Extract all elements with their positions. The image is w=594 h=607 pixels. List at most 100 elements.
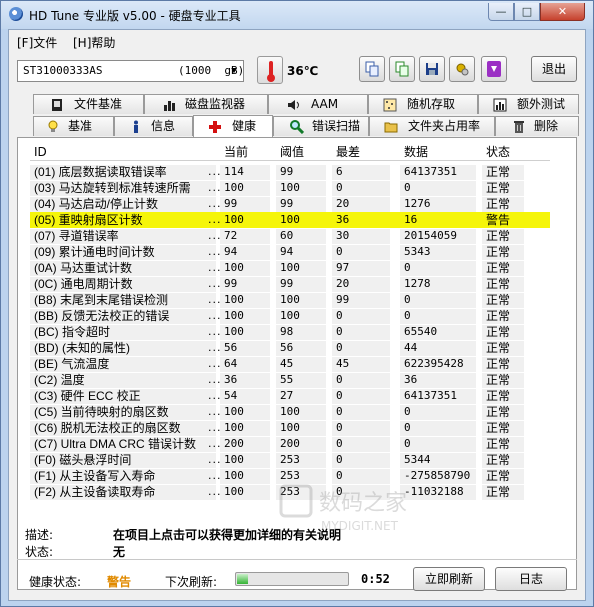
table-row[interactable]: (BB) 反馈无法校正的错误... 100 100 0 0 正常 — [30, 308, 550, 324]
refresh-now-button[interactable]: 立即刷新 — [413, 567, 485, 591]
table-row[interactable]: (0C) 通电周期计数... 99 99 20 1278 正常 — [30, 276, 550, 292]
ellipsis: ... — [208, 405, 222, 418]
cell-thr: 100 — [280, 405, 300, 418]
copy-text-button[interactable] — [389, 56, 415, 82]
cell-worst: 0 — [336, 453, 343, 466]
col-header-worst[interactable]: 最差 — [336, 144, 360, 160]
table-row[interactable]: (F1) 从主设备写入寿命... 100 253 0 -275858790 正常 — [30, 468, 550, 484]
cell-worst: 30 — [336, 229, 350, 242]
extra-tests-icon — [493, 98, 507, 112]
menu-help[interactable]: [H]帮助 — [73, 34, 115, 51]
ellipsis: ... — [208, 325, 222, 338]
table-row[interactable]: (04) 马达启动/停止计数... 99 99 20 1276 正常 — [30, 196, 550, 212]
folder-icon — [384, 122, 398, 133]
table-row[interactable]: (C7) Ultra DMA CRC 错误计数... 200 200 0 0 正常 — [30, 436, 550, 452]
attribute-name: (03) 马达旋转到标准转速所需 — [34, 181, 191, 195]
cell-worst: 36 — [336, 213, 350, 226]
col-header-status[interactable]: 状态 — [486, 144, 510, 160]
table-row[interactable]: (01) 底层数据读取错误率... 114 99 6 64137351 正常 — [30, 164, 550, 180]
table-row[interactable]: (BE) 气流温度... 64 45 45 622395428 正常 — [30, 356, 550, 372]
trash-icon — [514, 121, 524, 133]
exit-button[interactable]: 退出 — [531, 56, 577, 82]
tab-random-access[interactable]: 随机存取 — [368, 94, 478, 114]
col-header-data[interactable]: 数据 — [404, 144, 428, 160]
minimize-button[interactable]: — — [488, 3, 514, 21]
cell-status: 正常 — [486, 309, 511, 323]
table-row[interactable]: (F2) 从主设备读取寿命... 100 253 0 -11032188 正常 — [30, 484, 550, 500]
cell-data: 0 — [404, 421, 411, 434]
table-row[interactable]: (BD) (未知的属性)... 56 56 0 44 正常 — [30, 340, 550, 356]
table-row[interactable]: (F0) 磁头悬浮时间... 100 253 0 5344 正常 — [30, 452, 550, 468]
copy-button[interactable] — [359, 56, 385, 82]
col-header-threshold[interactable]: 阈值 — [280, 144, 304, 160]
cell-status: 正常 — [486, 341, 511, 355]
title-bar[interactable]: HD Tune 专业版 v5.00 - 硬盘专业工具 — □ ✕ — [1, 1, 593, 29]
state-label: 状态: — [25, 545, 54, 559]
cell-worst: 0 — [336, 389, 343, 402]
cell-status: 正常 — [486, 197, 511, 211]
table-row-warning[interactable]: (05) 重映射扇区计数... 100 100 36 16 警告 — [30, 212, 550, 228]
tab-erase[interactable]: 删除 — [495, 116, 579, 136]
cell-status: 正常 — [486, 485, 511, 499]
menu-file[interactable]: [F]文件 — [17, 34, 57, 51]
cell-cur: 100 — [224, 261, 244, 274]
cell-worst: 6 — [336, 165, 343, 178]
cell-thr: 100 — [280, 261, 300, 274]
ellipsis: ... — [208, 357, 222, 370]
health-status-label: 健康状态: — [29, 575, 82, 589]
cell-status: 警告 — [486, 213, 511, 227]
table-row[interactable]: (0A) 马达重试计数... 100 100 97 0 正常 — [30, 260, 550, 276]
table-row[interactable]: (07) 寻道错误率... 72 60 30 20154059 正常 — [30, 228, 550, 244]
table-row[interactable]: (C5) 当前待映射的扇区数... 100 100 0 0 正常 — [30, 404, 550, 420]
tab-error-scan[interactable]: 错误扫描 — [273, 116, 369, 136]
tab-info[interactable]: 信息 — [114, 116, 193, 136]
tab-folder-usage[interactable]: 文件夹占用率 — [369, 116, 495, 136]
drive-select[interactable]: ST31000333AS (1000 gB) ▼ — [17, 60, 244, 82]
table-row[interactable]: (C6) 脱机无法校正的扇区数... 100 100 0 0 正常 — [30, 420, 550, 436]
col-header-id[interactable]: ID — [34, 144, 47, 160]
tab-health[interactable]: 健康 — [193, 115, 273, 137]
cell-cur: 72 — [224, 229, 238, 242]
cell-status: 正常 — [486, 357, 511, 371]
cell-cur: 200 — [224, 437, 244, 450]
col-header-current[interactable]: 当前 — [224, 144, 248, 160]
window-title: HD Tune 专业版 v5.00 - 硬盘专业工具 — [29, 9, 241, 23]
tab-extra-tests[interactable]: 额外测试 — [478, 94, 579, 114]
log-button[interactable]: 日志 — [495, 567, 567, 591]
ellipsis: ... — [208, 453, 222, 466]
attribute-name: (BE) 气流温度 — [34, 357, 110, 371]
table-row[interactable]: (09) 累计通电时间计数... 94 94 0 5343 正常 — [30, 244, 550, 260]
cell-worst: 45 — [336, 357, 350, 370]
tab-aam[interactable]: AAM — [268, 94, 368, 114]
ellipsis: ... — [208, 213, 222, 226]
divider — [17, 559, 577, 560]
table-row[interactable]: (BC) 指令超时... 100 98 0 65540 正常 — [30, 324, 550, 340]
cell-worst: 0 — [336, 341, 343, 354]
close-button[interactable]: ✕ — [540, 3, 585, 21]
download-icon — [487, 61, 501, 77]
table-row[interactable]: (B8) 末尾到末尾错误检测... 100 100 99 0 正常 — [30, 292, 550, 308]
options-button[interactable] — [449, 56, 475, 82]
cell-cur: 114 — [224, 165, 244, 178]
download-button[interactable] — [481, 56, 507, 82]
maximize-button[interactable]: □ — [514, 3, 540, 21]
cell-worst: 97 — [336, 261, 350, 274]
tab-benchmark[interactable]: 基准 — [33, 116, 114, 136]
tab-file-benchmark[interactable]: 文件基准 — [33, 94, 144, 114]
table-row[interactable]: (03) 马达旋转到标准转速所需... 100 100 0 0 正常 — [30, 180, 550, 196]
cell-status: 正常 — [486, 245, 511, 259]
cell-thr: 100 — [280, 309, 300, 322]
ellipsis: ... — [208, 469, 222, 482]
cell-data: 5344 — [404, 453, 431, 466]
save-button[interactable] — [419, 56, 445, 82]
table-row[interactable]: (C3) 硬件 ECC 校正... 54 27 0 64137351 正常 — [30, 388, 550, 404]
cell-data: 44 — [404, 341, 418, 354]
ellipsis: ... — [208, 277, 222, 290]
cell-status: 正常 — [486, 229, 511, 243]
tab-disk-monitor[interactable]: 磁盘监视器 — [144, 94, 268, 114]
attribute-name: (C3) 硬件 ECC 校正 — [34, 389, 141, 403]
cell-data: -11032188 — [404, 485, 464, 498]
ellipsis: ... — [208, 485, 222, 498]
table-row[interactable]: (C2) 温度... 36 55 0 36 正常 — [30, 372, 550, 388]
header-divider — [30, 160, 550, 161]
